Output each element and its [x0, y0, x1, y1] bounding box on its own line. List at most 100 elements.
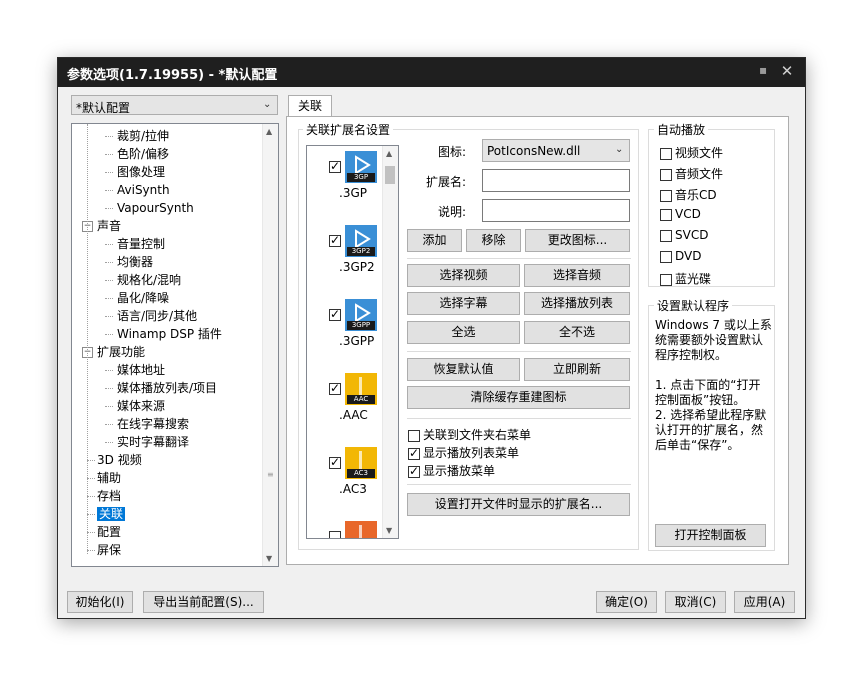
scroll-grip-icon[interactable]: ≡ — [267, 470, 274, 479]
restore-default-button[interactable]: 恢复默认值 — [407, 358, 520, 381]
autoplay-checkbox[interactable] — [660, 147, 672, 160]
tree-scrollbar[interactable]: ▲ ≡ ▼ — [262, 124, 278, 566]
tree-item[interactable]: Winamp DSP 插件 — [117, 325, 222, 343]
select-all-button[interactable]: 全选 — [407, 321, 520, 344]
icon-label: 图标: — [438, 145, 467, 159]
add-button[interactable]: 添加 — [407, 229, 462, 252]
autoplay-option[interactable]: VCD — [660, 207, 701, 221]
extension-checkbox[interactable] — [329, 159, 341, 173]
export-config-button[interactable]: 导出当前配置(S)... — [143, 591, 264, 613]
tree-item[interactable]: 辅助 — [97, 469, 121, 487]
autoplay-checkbox[interactable] — [660, 229, 672, 242]
select-subtitle-button[interactable]: 选择字幕 — [407, 292, 520, 315]
autoplay-option[interactable]: 音频文件 — [660, 165, 723, 182]
extension-badge: 3GPP — [351, 321, 371, 329]
autoplay-checkbox[interactable] — [660, 189, 672, 202]
tab-association[interactable]: 关联 — [288, 95, 332, 117]
extension-list[interactable]: ▲ ▼ 3GP .3GP 3GP2 .3GP2 3GPP .3GPP AAC .AAC AC3.… — [306, 145, 399, 539]
autoplay-option[interactable]: 视频文件 — [660, 144, 723, 161]
extension-item[interactable] — [307, 519, 382, 538]
scroll-thumb[interactable] — [385, 166, 395, 184]
scroll-down-icon[interactable]: ▼ — [386, 526, 392, 535]
autoplay-label: 音乐CD — [675, 188, 717, 202]
autoplay-option[interactable]: SVCD — [660, 228, 708, 242]
tree-item[interactable]: 媒体地址 — [117, 361, 165, 379]
open-control-panel-button[interactable]: 打开控制面板 — [655, 524, 766, 547]
pin-icon[interactable]: ▪ — [759, 63, 773, 81]
extension-item[interactable]: 3GP .3GP — [307, 149, 382, 223]
extension-checkbox[interactable] — [329, 455, 341, 469]
tree-item[interactable]: AviSynth — [117, 181, 170, 199]
tree-item[interactable]: VapourSynth — [117, 199, 194, 217]
tree-item[interactable]: 均衡器 — [117, 253, 153, 271]
playlist-menu-checkbox[interactable] — [408, 446, 420, 460]
remove-button[interactable]: 移除 — [466, 229, 521, 252]
tree-item-label: 色阶/偏移 — [117, 147, 170, 161]
tree-item[interactable]: 色阶/偏移 — [117, 145, 169, 163]
extension-checkbox[interactable] — [329, 531, 341, 538]
select-playlist-button[interactable]: 选择播放列表 — [524, 292, 630, 315]
tree-item[interactable]: 规格化/混响 — [117, 271, 181, 289]
profile-select[interactable]: *默认配置 ⌄ — [71, 95, 278, 115]
tree-item[interactable]: 实时字幕翻译 — [117, 433, 189, 451]
tree-item[interactable]: 屏保 — [97, 541, 121, 559]
tree-item[interactable]: 声音 — [97, 217, 121, 235]
tree-item[interactable]: 关联 — [97, 505, 126, 523]
extension-item[interactable]: AC3 .AC3 — [307, 445, 382, 519]
scroll-down-icon[interactable]: ▼ — [266, 554, 272, 563]
autoplay-option[interactable]: 音乐CD — [660, 186, 717, 203]
extension-item[interactable]: 3GP2 .3GP2 — [307, 223, 382, 297]
tree-item[interactable]: 语言/同步/其他 — [117, 307, 197, 325]
tree-item[interactable]: 图像处理 — [117, 163, 165, 181]
tree-item[interactable]: 存档 — [97, 487, 121, 505]
extension-list-scrollbar[interactable]: ▲ ▼ — [382, 146, 398, 538]
select-audio-button[interactable]: 选择音频 — [524, 264, 630, 287]
tree-item[interactable]: 媒体来源 — [117, 397, 165, 415]
autoplay-checkbox[interactable] — [660, 273, 672, 286]
tree-item-label: 实时字幕翻译 — [117, 435, 190, 449]
play-menu-checkbox[interactable] — [408, 464, 420, 478]
tree-item[interactable]: 扩展功能 — [97, 343, 145, 361]
select-video-button[interactable]: 选择视频 — [407, 264, 520, 287]
play-menu-option[interactable]: 显示播放菜单 — [408, 462, 495, 479]
desc-input[interactable] — [482, 199, 630, 222]
autoplay-checkbox[interactable] — [660, 208, 672, 221]
scroll-up-icon[interactable]: ▲ — [266, 127, 272, 136]
cancel-button[interactable]: 取消(C) — [665, 591, 726, 613]
close-icon[interactable]: ✕ — [779, 62, 795, 80]
clear-cache-button[interactable]: 清除缓存重建图标 — [407, 386, 630, 409]
icon-select[interactable]: PotIconsNew.dll ⌄ — [482, 139, 630, 162]
extension-checkbox[interactable] — [329, 307, 341, 321]
tree-item[interactable]: 配置 — [97, 523, 121, 541]
set-open-extensions-button[interactable]: 设置打开文件时显示的扩展名... — [407, 493, 630, 516]
tree-item[interactable]: 晶化/降噪 — [117, 289, 169, 307]
apply-button[interactable]: 应用(A) — [734, 591, 795, 613]
tree-item[interactable]: 在线字幕搜索 — [117, 415, 189, 433]
autoplay-checkbox[interactable] — [660, 168, 672, 181]
folder-menu-checkbox[interactable] — [408, 429, 420, 442]
ok-button[interactable]: 确定(O) — [596, 591, 657, 613]
tree-item[interactable]: 3D 视频 — [97, 451, 142, 469]
change-icon-button[interactable]: 更改图标... — [525, 229, 630, 252]
autoplay-checkbox[interactable] — [660, 250, 672, 263]
tree-item[interactable]: 音量控制 — [117, 235, 165, 253]
autoplay-option[interactable]: 蓝光碟 — [660, 270, 711, 287]
folder-menu-option[interactable]: 关联到文件夹右菜单 — [408, 426, 531, 443]
tree-item[interactable]: 裁剪/拉伸 — [117, 127, 169, 145]
extension-checkbox[interactable] — [329, 233, 341, 247]
extension-checkbox[interactable] — [329, 381, 341, 395]
extension-item[interactable]: 3GPP .3GPP — [307, 297, 382, 371]
tree-connector — [87, 124, 88, 554]
initialize-button[interactable]: 初始化(I) — [67, 591, 133, 613]
scroll-up-icon[interactable]: ▲ — [386, 149, 392, 158]
refresh-now-button[interactable]: 立即刷新 — [524, 358, 630, 381]
select-none-button[interactable]: 全不选 — [524, 321, 630, 344]
tree-item-label: 裁剪/拉伸 — [117, 129, 170, 143]
settings-tree[interactable]: ▲ ≡ ▼ 裁剪/拉伸色阶/偏移图像处理 AviSynth VapourSynth 声… — [71, 123, 279, 567]
ext-input[interactable] — [482, 169, 630, 192]
extension-badge: AC3 — [353, 469, 368, 477]
autoplay-option[interactable]: DVD — [660, 249, 701, 263]
playlist-menu-option[interactable]: 显示播放列表菜单 — [408, 444, 519, 461]
tree-item[interactable]: 媒体播放列表/项目 — [117, 379, 217, 397]
extension-item[interactable]: AAC .AAC — [307, 371, 382, 445]
